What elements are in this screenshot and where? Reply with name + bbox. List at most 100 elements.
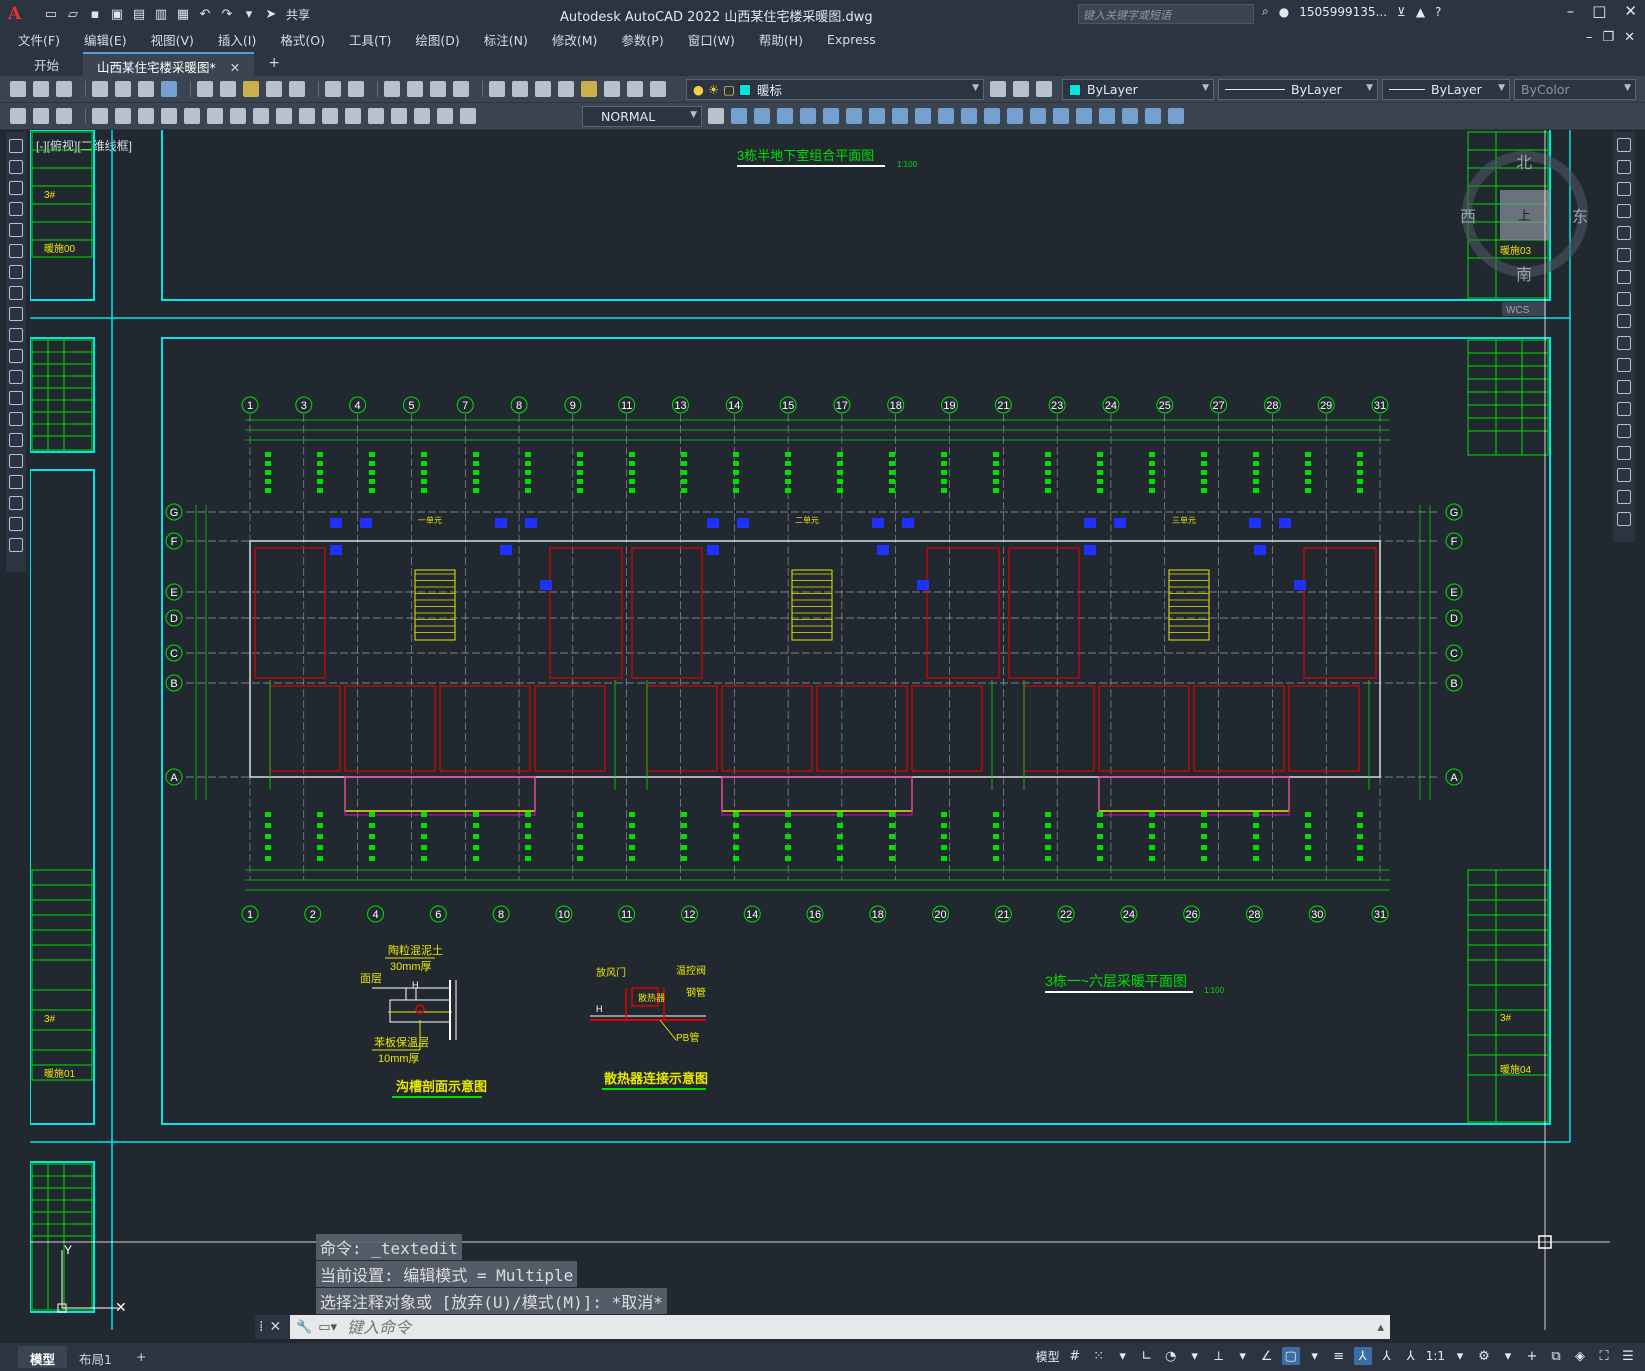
ellipse-icon[interactable]: [9, 328, 23, 342]
polyline-icon[interactable]: [9, 181, 23, 195]
share-icon[interactable]: ➤: [262, 5, 280, 23]
add-selected-icon[interactable]: [9, 538, 23, 552]
revcloud-icon[interactable]: [9, 286, 23, 300]
tool-make-current-icon[interactable]: [990, 81, 1006, 97]
tool-dim-angular-icon[interactable]: [184, 108, 200, 124]
autodesk-app-icon[interactable]: ▲: [1416, 5, 1425, 19]
auto-scale-icon[interactable]: ⅄: [1378, 1347, 1396, 1365]
tool-ungroup-icon[interactable]: [1122, 108, 1138, 124]
tab-layout1[interactable]: 布局1: [67, 1346, 124, 1368]
annotation-visibility-icon[interactable]: ⅄: [1353, 1347, 1372, 1365]
gear-icon[interactable]: ⚙: [1475, 1347, 1493, 1365]
scale-value[interactable]: 1:1: [1426, 1349, 1445, 1363]
gradient-icon[interactable]: [9, 454, 23, 468]
tool-mirror-icon[interactable]: [754, 108, 770, 124]
open-file-icon[interactable]: ▱: [64, 5, 82, 23]
menu-help[interactable]: 帮助(H): [759, 30, 803, 49]
clean-screen-icon[interactable]: ⛶: [1595, 1347, 1613, 1365]
tool-dim-update-icon[interactable]: [460, 108, 476, 124]
tool-offset-icon[interactable]: [777, 108, 793, 124]
cart-icon[interactable]: ⊻: [1397, 5, 1406, 19]
menu-modify[interactable]: 修改(M): [552, 30, 598, 49]
plotstyle-dropdown[interactable]: ByColor ▼: [1514, 79, 1636, 100]
region-icon[interactable]: [9, 475, 23, 489]
tool-bring-front-icon[interactable]: [1168, 108, 1184, 124]
annotation-scale-icon[interactable]: ⅄: [1402, 1347, 1420, 1365]
text-style-dropdown[interactable]: NORMAL ▼: [582, 106, 702, 127]
offset-icon[interactable]: [1617, 204, 1631, 218]
mtext-icon[interactable]: [9, 517, 23, 531]
tool-break-icon[interactable]: [961, 108, 977, 124]
scale-icon[interactable]: [1617, 292, 1631, 306]
trim-icon[interactable]: [1617, 336, 1631, 350]
doc-restore-icon[interactable]: ❐: [1602, 30, 1614, 45]
tool-scale-icon[interactable]: [869, 108, 885, 124]
linetype-dropdown[interactable]: ByLayer ▼: [1218, 79, 1378, 100]
rotate-icon[interactable]: [1617, 270, 1631, 284]
viewcube-top[interactable]: 上: [1518, 208, 1531, 223]
command-input[interactable]: [347, 1317, 1247, 1337]
viewport-label[interactable]: [-][俯视][二维线框]: [36, 138, 132, 153]
tool-dim-diameter-icon[interactable]: [161, 108, 177, 124]
tool-stretch-icon[interactable]: [892, 108, 908, 124]
menu-tools[interactable]: 工具(T): [349, 30, 391, 49]
tool-markup-icon[interactable]: [581, 81, 597, 97]
user-name[interactable]: 1505999135...: [1299, 5, 1387, 19]
break-point-icon[interactable]: [1617, 380, 1631, 394]
tool-copy-icon[interactable]: [220, 81, 236, 97]
tool-dim-linear-icon[interactable]: [10, 108, 26, 124]
share-button[interactable]: 共享: [286, 6, 310, 23]
tool-layer-previous-icon[interactable]: [1036, 81, 1052, 97]
rectangle-icon[interactable]: [9, 223, 23, 237]
tool-layer-manager-icon[interactable]: [650, 81, 666, 97]
redo-icon[interactable]: ↷: [218, 5, 236, 23]
table-icon[interactable]: [9, 496, 23, 510]
tool-array-icon[interactable]: [800, 108, 816, 124]
chevron-down-icon[interactable]: ▾: [1306, 1347, 1324, 1365]
tool-center-mark-icon[interactable]: [345, 108, 361, 124]
menu-file[interactable]: 文件(F): [18, 30, 60, 49]
tool-inspect-icon[interactable]: [368, 108, 384, 124]
construction-line-icon[interactable]: [9, 160, 23, 174]
add-layout-icon[interactable]: +: [124, 1346, 158, 1368]
tool-zoom-window-icon[interactable]: [430, 81, 446, 97]
search-input[interactable]: 键入关键字或短语: [1078, 4, 1254, 24]
customize-icon[interactable]: ☰: [1619, 1347, 1637, 1365]
hardware-accel-icon[interactable]: ◈: [1571, 1347, 1589, 1365]
help-icon[interactable]: ?: [1435, 5, 1441, 19]
layer-dropdown[interactable]: ● ☀ ▢ 暖标 ▼: [686, 79, 984, 100]
menu-dimension[interactable]: 标注(N): [484, 30, 528, 49]
make-block-icon[interactable]: [9, 391, 23, 405]
menu-view[interactable]: 视图(V): [151, 30, 194, 49]
tool-palettes-icon[interactable]: [535, 81, 551, 97]
search-icon[interactable]: ⌕: [1262, 4, 1269, 19]
tool-dim-ordinate-icon[interactable]: [92, 108, 108, 124]
maximize-icon[interactable]: □: [1592, 2, 1606, 20]
tool-dimstyle-icon[interactable]: [708, 108, 724, 124]
menu-parametric[interactable]: 参数(P): [621, 30, 663, 49]
osnap-icon[interactable]: ▢: [1281, 1347, 1300, 1365]
tool-calculator-icon[interactable]: [604, 81, 620, 97]
tool-cut-icon[interactable]: [197, 81, 213, 97]
command-history-icon[interactable]: ▭▾: [318, 1320, 337, 1335]
tool-zoom-previous-icon[interactable]: [453, 81, 469, 97]
menu-format[interactable]: 格式(O): [280, 30, 325, 49]
save-as-icon[interactable]: ▣: [108, 5, 126, 23]
tool-dim-space-icon[interactable]: [276, 108, 292, 124]
circle-icon[interactable]: [9, 265, 23, 279]
tool-draworder-icon[interactable]: [1145, 108, 1161, 124]
viewcube-south[interactable]: 南: [1516, 266, 1532, 284]
tool-fillet-icon[interactable]: [1030, 108, 1046, 124]
close-command-icon[interactable]: ✕: [269, 1319, 281, 1335]
tool-explode-icon[interactable]: [1053, 108, 1069, 124]
tool-tolerance-icon[interactable]: [322, 108, 338, 124]
tool-zoom-realtime-icon[interactable]: [407, 81, 423, 97]
explode-icon[interactable]: [1617, 512, 1631, 526]
menu-edit[interactable]: 编辑(E): [84, 30, 127, 49]
tool-open-icon[interactable]: [33, 81, 49, 97]
blend-icon[interactable]: [1617, 490, 1631, 504]
tool-dim-continue-icon[interactable]: [253, 108, 269, 124]
chevron-down-icon[interactable]: ▾: [1499, 1347, 1517, 1365]
arc-icon[interactable]: [9, 244, 23, 258]
grid-icon[interactable]: #: [1066, 1347, 1084, 1365]
